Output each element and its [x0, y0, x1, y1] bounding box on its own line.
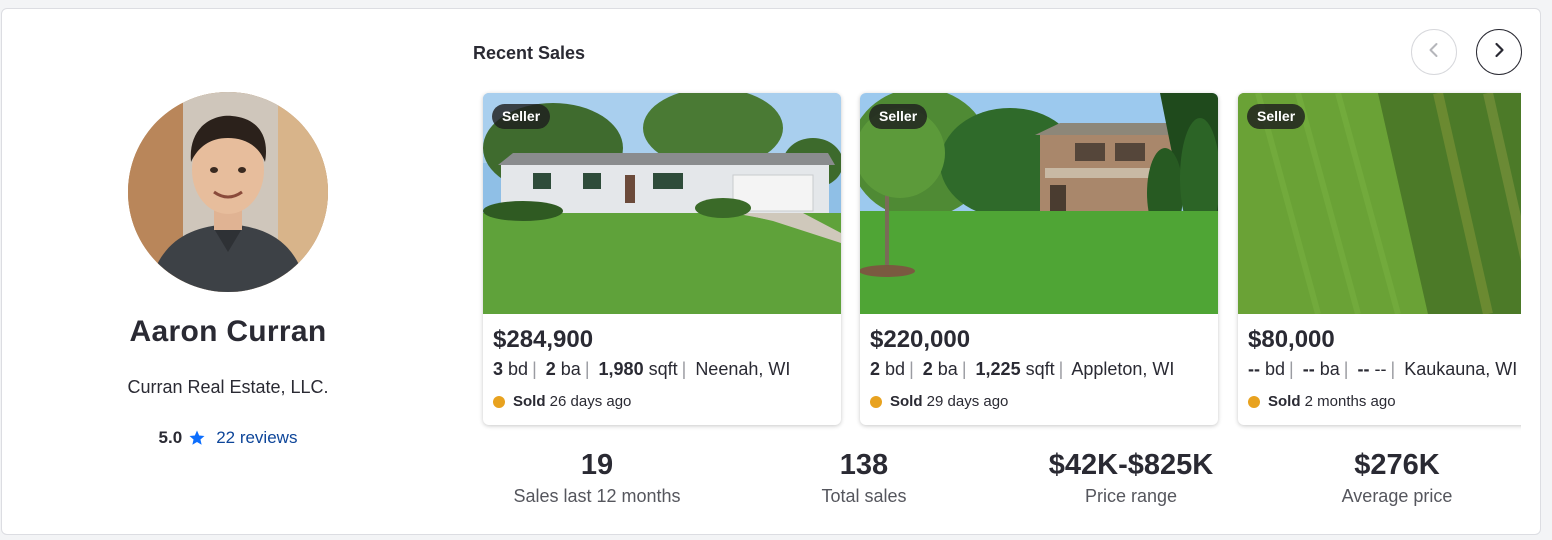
listing-card[interactable]: Seller $80,000 -- bd | -- ba | -- -- | Kauk…	[1238, 93, 1521, 425]
sqft-unit: sqft	[648, 359, 678, 379]
stat-sales-last-12-months: 19 Sales last 12 months	[497, 449, 697, 507]
listing-facts: 3 bd | 2 ba | 1,980 sqft | Neenah, WI	[493, 359, 791, 379]
listing-photo[interactable]: Seller	[860, 93, 1218, 314]
sold-label: Sold	[1268, 393, 1301, 410]
stat-value: 138	[839, 449, 889, 481]
beds-value: 2	[870, 359, 881, 379]
baths-value: --	[1302, 359, 1315, 379]
agent-profile: Aaron Curran Curran Real Estate, LLC. 5.…	[2, 9, 454, 534]
sqft-value: 1,225	[975, 359, 1021, 379]
beds-unit: bd	[1265, 359, 1286, 379]
sqft-value: --	[1357, 359, 1370, 379]
sold-status: Sold 2 months ago	[1248, 393, 1396, 410]
rating-value: 5.0	[158, 428, 183, 447]
stat-value: 19	[580, 449, 614, 481]
baths-unit: ba	[1319, 359, 1340, 379]
rating-row: 5.0 22 reviews	[2, 428, 454, 448]
baths-value: 2	[545, 359, 556, 379]
sqft-value: 1,980	[598, 359, 644, 379]
sold-ago: 29 days ago	[926, 393, 1009, 410]
agent-company: Curran Real Estate, LLC.	[127, 377, 329, 397]
baths-value: 2	[922, 359, 933, 379]
stat-total-sales: 138 Total sales	[764, 449, 964, 507]
listing-card[interactable]: Seller $220,000 2 bd | 2 ba | 1,225 sqft | …	[860, 93, 1218, 425]
listing-location: Kaukauna, WI	[1404, 359, 1518, 379]
chevron-left-icon	[1424, 40, 1444, 65]
agent-name: Aaron Curran	[129, 315, 327, 348]
beds-value: 3	[493, 359, 504, 379]
listing-facts: 2 bd | 2 ba | 1,225 sqft | Appleton, WI	[870, 359, 1175, 379]
sqft-unit: --	[1374, 359, 1387, 379]
star-icon	[188, 429, 206, 447]
agent-card: Aaron Curran Curran Real Estate, LLC. 5.…	[1, 8, 1541, 535]
carousel-prev-button[interactable]	[1411, 29, 1457, 75]
beds-value: --	[1248, 359, 1260, 379]
listing-photo[interactable]: Seller	[483, 93, 841, 314]
stat-value: $42K-$825K	[1048, 449, 1214, 481]
listing-card[interactable]: Seller $284,900 3 bd | 2 ba | 1,980 sqft | …	[483, 93, 841, 425]
recent-sales-title: Recent Sales	[473, 43, 586, 63]
sqft-unit: sqft	[1025, 359, 1055, 379]
stat-label: Total sales	[821, 486, 907, 506]
sold-ago: 26 days ago	[549, 393, 632, 410]
avatar[interactable]	[128, 92, 328, 292]
beds-unit: bd	[885, 359, 906, 379]
listing-price: $80,000	[1248, 326, 1335, 353]
sold-ago: 2 months ago	[1304, 393, 1396, 410]
recent-sales-carousel: Seller $284,900 3 bd | 2 ba | 1,980 sqft | …	[474, 85, 1521, 445]
listing-price: $284,900	[493, 326, 594, 353]
baths-unit: ba	[937, 359, 958, 379]
listing-location: Neenah, WI	[695, 359, 791, 379]
baths-unit: ba	[560, 359, 581, 379]
reviews-link[interactable]: 22 reviews	[216, 428, 297, 448]
beds-unit: bd	[508, 359, 529, 379]
stat-label: Average price	[1341, 486, 1453, 506]
carousel-next-button[interactable]	[1476, 29, 1522, 75]
seller-badge: Seller	[492, 104, 551, 129]
chevron-right-icon	[1489, 40, 1509, 65]
status-dot-icon	[870, 395, 882, 408]
stat-price-range: $42K-$825K Price range	[1025, 449, 1237, 507]
status-dot-icon	[493, 395, 505, 408]
sold-status: Sold 29 days ago	[870, 393, 1008, 410]
seller-badge: Seller	[1247, 104, 1306, 129]
listing-location: Appleton, WI	[1071, 359, 1175, 379]
stat-label: Price range	[1084, 486, 1178, 506]
listing-facts: -- bd | -- ba | -- -- | Kaukauna, WI	[1248, 359, 1518, 379]
status-dot-icon	[1248, 395, 1260, 408]
stat-label: Sales last 12 months	[513, 486, 681, 506]
listing-photo[interactable]: Seller	[1238, 93, 1521, 314]
sold-label: Sold	[890, 393, 923, 410]
seller-badge: Seller	[869, 104, 928, 129]
sold-status: Sold 26 days ago	[493, 393, 631, 410]
stat-average-price: $276K Average price	[1297, 449, 1497, 507]
stat-value: $276K	[1354, 449, 1440, 481]
listing-price: $220,000	[870, 326, 971, 353]
sold-label: Sold	[513, 393, 546, 410]
